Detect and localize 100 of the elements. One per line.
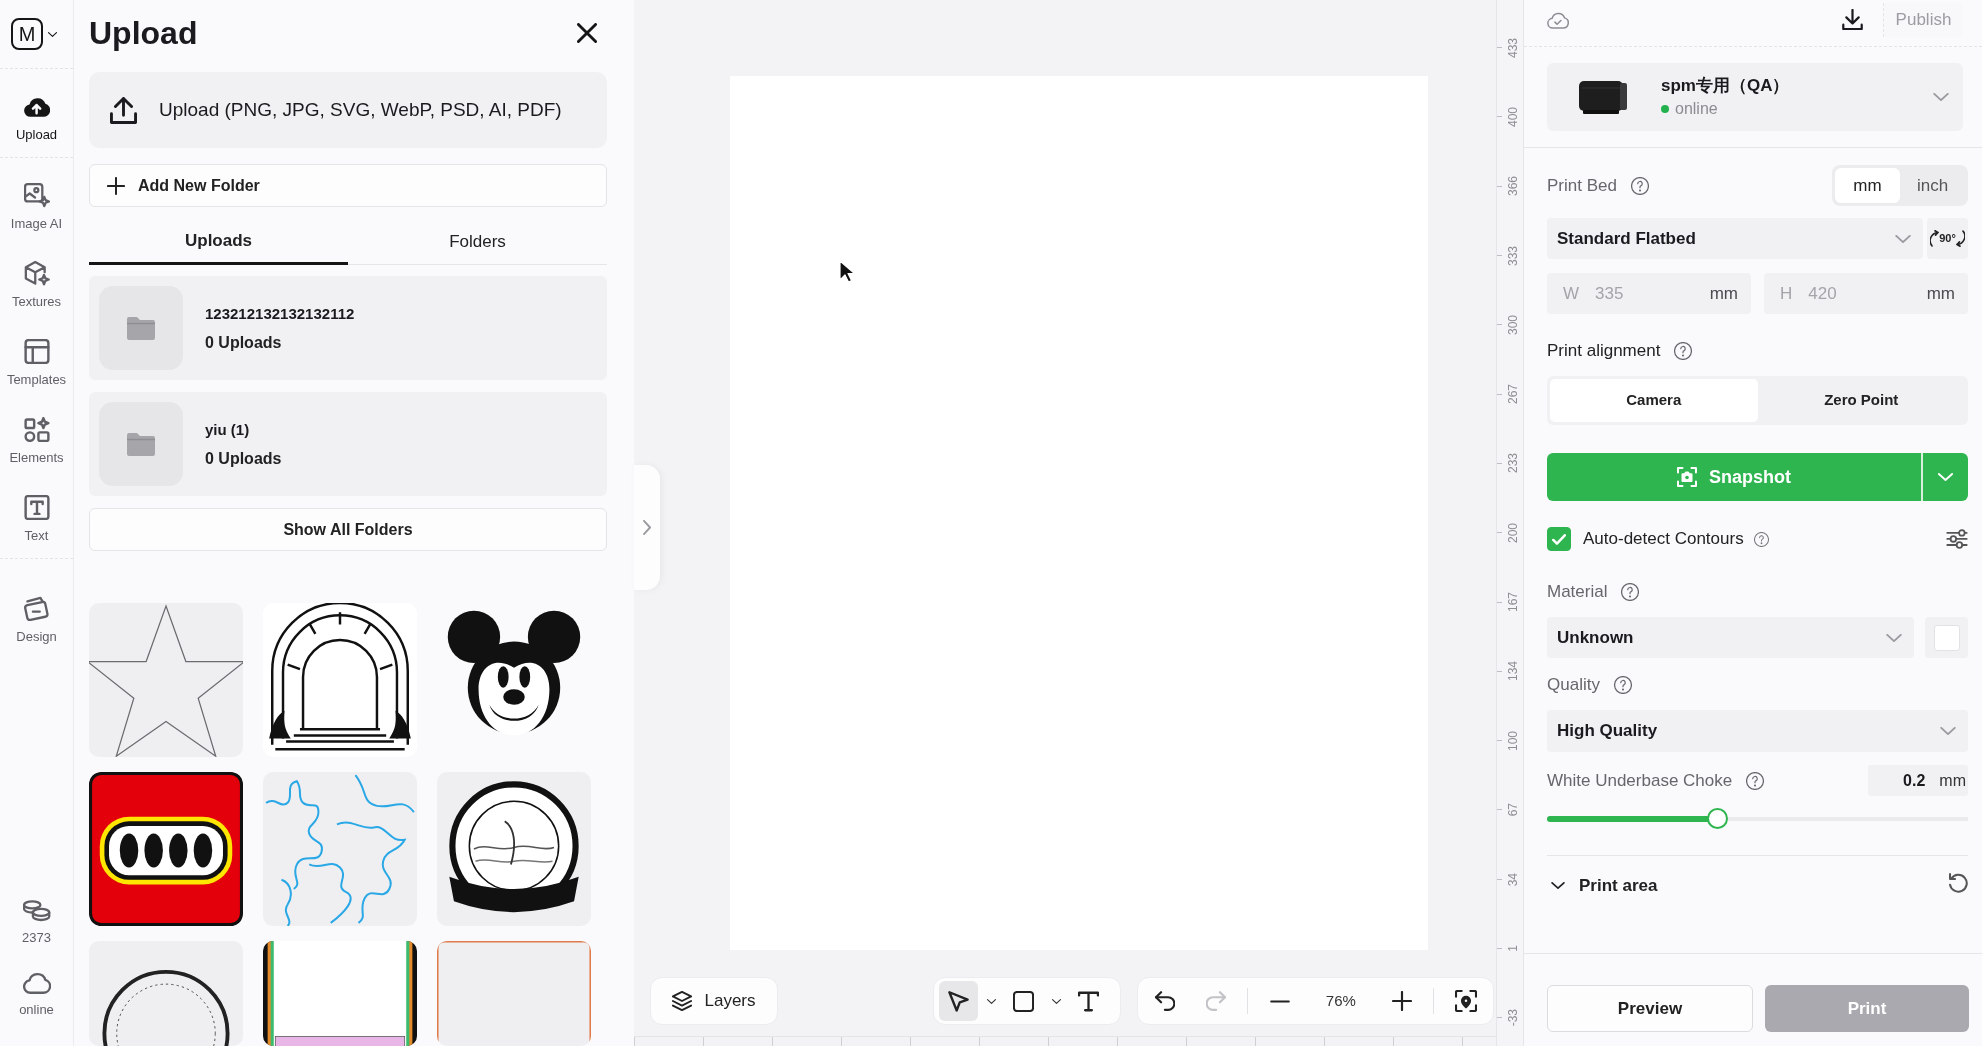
zoom-level: 76% [1324, 990, 1357, 1011]
help-icon [1613, 676, 1632, 694]
help-icon [1753, 531, 1769, 547]
alignment-option[interactable]: Zero Point [1757, 379, 1965, 422]
chevron-down-icon [1933, 93, 1949, 101]
chevron-down-icon [1938, 473, 1953, 481]
folder-name: 123212132132132112 [205, 303, 355, 324]
tab[interactable]: Uploads [89, 220, 348, 265]
ruler-label: 200 [1507, 522, 1519, 543]
close-icon [577, 23, 597, 43]
reset-button[interactable] [1948, 873, 1968, 893]
text-box-icon [23, 494, 50, 520]
round-emblem-drawing[interactable] [437, 772, 591, 926]
chevron-down-icon [1551, 882, 1565, 890]
material-select[interactable]: Unknown [1547, 617, 1914, 658]
alignment-option[interactable]: Camera [1550, 379, 1758, 422]
folder-icon [99, 286, 183, 370]
sidebar-item[interactable]: Upload [0, 79, 73, 157]
checkbox[interactable] [1547, 527, 1571, 551]
mouse-pointer-icon [839, 260, 855, 284]
sidebar-item[interactable]: Image AI [0, 168, 73, 246]
select-tool-button[interactable] [939, 981, 978, 1021]
ruler-label: -33 [1507, 1009, 1519, 1027]
layers-button[interactable]: Layers [650, 977, 778, 1025]
tab[interactable]: Folders [348, 220, 607, 265]
slider-thumb[interactable] [1707, 808, 1728, 829]
camera-scan-icon [1677, 467, 1697, 487]
rotate-button[interactable]: 90° [1927, 218, 1968, 259]
checkbox-label: Auto-detect Contours [1583, 528, 1744, 551]
folder-icon [99, 402, 183, 486]
ruler-label: 366 [1507, 176, 1519, 197]
logo-tile-drawing[interactable] [89, 772, 243, 926]
ruler-label: 134 [1507, 661, 1519, 682]
ruler-label: 300 [1507, 314, 1519, 335]
cloud-check-icon [1547, 10, 1569, 29]
field-label: White Underbase Choke [1547, 769, 1733, 792]
quality-select[interactable]: High Quality [1547, 710, 1968, 752]
print-area-toggle[interactable]: Print area [1547, 873, 1658, 899]
app-logo[interactable]: M [11, 18, 43, 50]
upload-count: 0 Uploads [205, 448, 282, 469]
sidebar-item[interactable]: Textures [0, 246, 73, 324]
caret-icon [48, 31, 57, 37]
preview-button[interactable]: Preview [1547, 985, 1753, 1032]
ruler-label: 34 [1507, 872, 1519, 886]
sliders-icon [1946, 529, 1968, 549]
folder-card[interactable]: yiu (1) 0 Uploads [89, 392, 607, 496]
printer-card[interactable]: spm专用（QA） online [1547, 63, 1963, 131]
field-label: Quality [1547, 674, 1600, 696]
rotate-arrow-icon [1955, 230, 1965, 247]
arch-drawing[interactable] [263, 603, 417, 757]
cards-icon [23, 595, 50, 621]
sidebar-item[interactable]: Text [0, 480, 73, 558]
reset-icon [1948, 873, 1968, 893]
sidebar-item[interactable]: Elements [0, 402, 73, 480]
unit-option[interactable]: inch [1900, 168, 1965, 203]
help-icon [1630, 176, 1649, 195]
ruler-label: 1 [1507, 945, 1519, 952]
field-label: Print alignment [1547, 340, 1661, 362]
undo-icon [1155, 991, 1176, 1011]
fit-screen-icon [1454, 990, 1477, 1012]
credits-count: 2373 [22, 930, 51, 946]
cloud-icon [22, 970, 51, 994]
printer-drawing [1578, 79, 1628, 115]
chevron-right-icon [643, 520, 651, 535]
coins-icon [22, 900, 51, 922]
caret-icon [1051, 998, 1061, 1004]
field-label: Print Bed [1547, 174, 1617, 197]
minus-icon [1269, 998, 1290, 1004]
choke-value-field[interactable]: 0.2 mm [1868, 765, 1968, 796]
color-picker-button[interactable] [1925, 617, 1968, 658]
upload-count: 0 Uploads [205, 332, 283, 353]
folder-card[interactable]: 123212132132132112 0 Uploads [89, 276, 607, 380]
ruler-label: 433 [1507, 37, 1519, 58]
monogram-ring-drawing[interactable] [89, 941, 243, 1046]
redo-icon [1206, 991, 1227, 1011]
cube-sparkle-icon [23, 260, 50, 286]
ruler-label: 233 [1507, 453, 1519, 474]
add-folder-button[interactable]: Add New Folder [89, 164, 607, 207]
upload-button[interactable]: Upload (PNG, JPG, SVG, WebP, PSD, AI, PDF) [89, 72, 607, 148]
plus-icon [1391, 991, 1412, 1011]
color-swatch-icon [1933, 624, 1960, 651]
checkmark-icon [1552, 533, 1566, 545]
bed-select[interactable]: Standard Flatbed [1547, 218, 1923, 259]
star-drawing[interactable] [89, 603, 243, 757]
folder-name: yiu (1) [205, 419, 251, 440]
layout-icon [23, 338, 50, 364]
pointer-icon [948, 990, 969, 1012]
sidebar-item[interactable]: Design [0, 581, 73, 659]
card-frame-drawing[interactable] [263, 941, 417, 1046]
chevron-down-icon [1886, 633, 1902, 642]
show-all-folders-button[interactable]: Show All Folders [89, 508, 607, 551]
unit-option[interactable]: mm [1835, 168, 1900, 203]
download-button[interactable] [1842, 9, 1863, 30]
ruler-label: 400 [1507, 106, 1519, 127]
sidebar-item[interactable]: Templates [0, 324, 73, 402]
panel-title: Upload [89, 13, 198, 53]
contour-settings-button[interactable] [1946, 529, 1968, 549]
shapes-sparkle-icon [23, 416, 50, 442]
ruler-label: 167 [1507, 592, 1519, 613]
chevron-down-icon [1940, 727, 1956, 735]
